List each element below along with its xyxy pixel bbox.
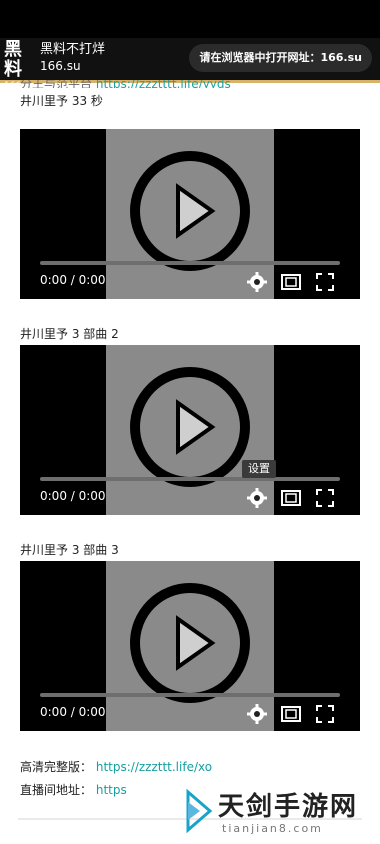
fullscreen-icon[interactable] [314, 487, 336, 509]
seek-bar[interactable] [40, 693, 340, 697]
live-room-label: 直播间地址： [20, 783, 93, 797]
seek-bar[interactable] [40, 261, 340, 265]
watermark: 天剑手游网 tianjian8.com [184, 784, 374, 844]
live-room-link[interactable]: https [96, 783, 127, 797]
play-icon[interactable] [128, 365, 252, 489]
play-icon[interactable] [128, 149, 252, 273]
picture-in-picture-icon[interactable] [280, 703, 302, 725]
watermark-logo-icon [186, 788, 213, 834]
video-player-2[interactable]: 0:00 / 0:00 [20, 345, 360, 515]
time-display: 0:00 / 0:00 [40, 489, 106, 503]
logo-mark: 黑料 [4, 39, 22, 80]
hd-version-label: 高清完整版： [20, 760, 93, 774]
video-1-title: 井川里予 33 秒 [20, 94, 103, 108]
live-room-line: 直播间地址： https [20, 781, 127, 798]
video-3-title: 井川里予 3 部曲 3 [20, 543, 119, 557]
gear-icon[interactable] [246, 703, 268, 725]
site-domain: 166.su [40, 59, 81, 73]
seek-bar[interactable] [40, 477, 340, 481]
top-black-bar [0, 0, 380, 38]
partial-top-text: 分王与范平台 [20, 80, 93, 88]
video-player-1[interactable]: 0:00 / 0:00 [20, 129, 360, 299]
video-2-title: 井川里予 3 部曲 2 [20, 327, 119, 341]
open-in-browser-button[interactable]: 请在浏览器中打开网址：166.su [189, 44, 372, 72]
site-logo[interactable]: 黑料 166.su [4, 40, 36, 92]
hd-version-link[interactable]: https://zzzttt.life/xo [96, 760, 212, 774]
fullscreen-icon[interactable] [314, 271, 336, 293]
picture-in-picture-icon[interactable] [280, 487, 302, 509]
video-player-3[interactable]: 0:00 / 0:00 [20, 561, 360, 731]
watermark-title: 天剑手游网 [218, 792, 359, 822]
partial-top-line: 分王与范平台 https://zzztttt.life/yyds [20, 80, 240, 88]
play-icon[interactable] [128, 581, 252, 705]
picture-in-picture-icon[interactable] [280, 271, 302, 293]
settings-tooltip: 设置 [242, 460, 276, 478]
time-display: 0:00 / 0:00 [40, 273, 106, 287]
fullscreen-icon[interactable] [314, 703, 336, 725]
site-header: 黑料 166.su 黑料不打烊 166.su 请在浏览器中打开网址：166.su [0, 38, 380, 92]
partial-top-link[interactable]: https://zzztttt.life/yyds [96, 80, 231, 88]
hd-version-line: 高清完整版： https://zzzttt.life/xo [20, 758, 212, 775]
site-title: 黑料不打烊 [40, 42, 106, 57]
watermark-subtitle: tianjian8.com [222, 822, 323, 835]
time-display: 0:00 / 0:00 [40, 705, 106, 719]
gear-icon[interactable] [246, 271, 268, 293]
gear-icon[interactable] [246, 487, 268, 509]
